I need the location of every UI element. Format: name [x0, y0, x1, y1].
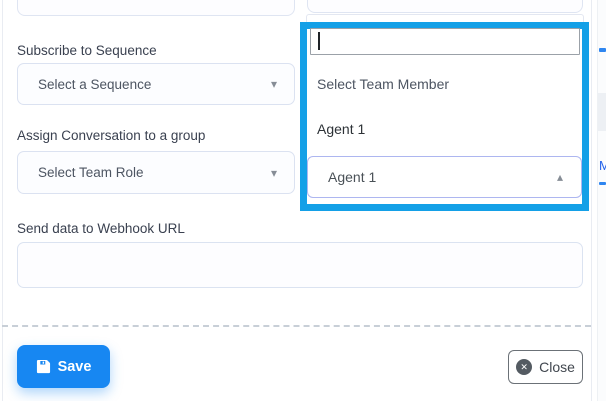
team-role-select[interactable]: Select Team Role ▾: [17, 151, 295, 194]
sequence-select-value: Select a Sequence: [38, 77, 271, 92]
sequence-select[interactable]: Select a Sequence ▾: [17, 63, 295, 105]
chevron-down-icon: ▾: [271, 78, 277, 90]
background-page-text-fragment: M: [599, 158, 606, 176]
background-page-fragment: [599, 182, 606, 185]
text-cursor: [318, 32, 320, 50]
assign-group-label: Assign Conversation to a group: [17, 128, 205, 143]
close-x-icon: ✕: [516, 359, 532, 375]
modal-dialog: M Subscribe to Sequence Select a Sequenc…: [0, 0, 606, 401]
truncated-input-right[interactable]: [307, 0, 583, 13]
save-button[interactable]: Save: [17, 345, 110, 388]
save-icon: [36, 359, 51, 374]
background-page-fragment: [599, 48, 606, 52]
team-member-select[interactable]: Agent 1 ▴: [307, 156, 582, 198]
background-page-fragment: [598, 93, 606, 131]
dropdown-option-agent-1[interactable]: Agent 1: [317, 121, 572, 137]
team-member-select-value: Agent 1: [328, 169, 557, 185]
modal-left-border: [2, 0, 3, 401]
team-member-search-wrap: [310, 28, 580, 55]
save-button-label: Save: [58, 359, 92, 375]
subscribe-sequence-label: Subscribe to Sequence: [17, 43, 157, 58]
modal-right-border: [591, 0, 592, 401]
webhook-url-input[interactable]: [17, 242, 583, 288]
chevron-down-icon: ▾: [271, 167, 277, 179]
close-button-label: Close: [539, 359, 575, 375]
background-page-strip: M: [597, 0, 606, 401]
webhook-url-input-wrap: [17, 242, 583, 288]
team-role-select-value: Select Team Role: [38, 165, 271, 180]
webhook-url-label: Send data to Webhook URL: [17, 221, 185, 236]
chevron-up-icon: ▴: [557, 171, 563, 183]
dropdown-option-select-team-member[interactable]: Select Team Member: [317, 76, 572, 92]
truncated-input-left[interactable]: [17, 0, 295, 16]
team-member-search-input[interactable]: [310, 28, 580, 55]
close-button[interactable]: ✕ Close: [508, 350, 583, 384]
footer-divider: [2, 325, 591, 327]
